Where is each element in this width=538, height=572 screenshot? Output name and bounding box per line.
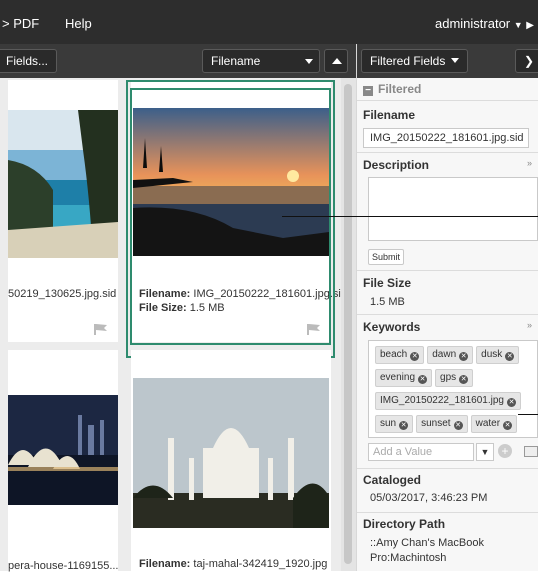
remove-icon[interactable]: ✕ [399, 421, 409, 430]
panel-header: Filtered Fields ❯ [357, 44, 538, 78]
menu-help[interactable]: Help [65, 16, 92, 31]
callout-line [282, 216, 538, 217]
chevron-right-icon: ❯ [524, 54, 535, 68]
divider [357, 270, 538, 271]
menu-pdf[interactable]: > PDF [2, 16, 39, 31]
keyword-chip[interactable]: dawn ✕ [427, 346, 474, 364]
chevron-right-icon: ▶ [526, 20, 534, 31]
dirpath-line: Pro:Machintosh [370, 552, 447, 564]
card-filename: 50219_130625.jpg.sid [8, 288, 117, 300]
filename-field-label: Filename [363, 108, 416, 122]
remove-icon[interactable]: ✕ [418, 375, 428, 384]
keyword-chip[interactable]: IMG_20150222_181601.jpg ✕ [375, 392, 521, 410]
cataloged-field-label: Cataloged [363, 473, 422, 487]
remove-icon[interactable]: ✕ [505, 352, 515, 361]
dirpath-line: ::Amy Chan's MacBook [370, 537, 484, 549]
remove-icon[interactable]: ✕ [459, 375, 469, 384]
asset-card[interactable]: Filename: taj-mahal-342419_1920.jpg [131, 350, 331, 571]
dirpath-field-label: Directory Path [363, 517, 446, 531]
keyword-chip[interactable]: beach ✕ [375, 346, 425, 364]
grid-toolbar: Fields... Filename [0, 44, 356, 78]
menu-pdf-label: PDF [13, 16, 40, 31]
card-filename: pera-house-1169155... [8, 560, 119, 572]
grid-scrollbar[interactable] [341, 78, 356, 571]
keyword-chip[interactable]: sunset ✕ [416, 415, 468, 433]
keywords-box[interactable]: beach ✕ dawn ✕ dusk ✕ evening ✕ gps ✕ IMG_201502… [368, 340, 538, 438]
sort-select[interactable]: Filename [202, 49, 320, 73]
fields-button-label: Fields... [6, 54, 49, 68]
keyword-label: dusk [481, 349, 503, 360]
user-name: administrator [434, 16, 511, 31]
thumbnail-beach [8, 110, 118, 258]
card-filename-row: Filename: taj-mahal-342419_1920.jpg [139, 558, 327, 570]
metadata-panel: Filtered Fields ❯ − Filtered Filename IMG… [356, 44, 538, 571]
keyword-chip[interactable]: evening ✕ [375, 369, 433, 387]
fields-button[interactable]: Fields... [0, 49, 58, 73]
sort-select-value: Filename [211, 54, 261, 68]
divider [357, 512, 538, 513]
panel-next-button[interactable]: ❯ [515, 49, 538, 73]
keyword-list-icon[interactable] [524, 446, 538, 457]
keyword-chip[interactable]: water ✕ [470, 415, 518, 433]
sort-direction-button[interactable] [324, 49, 348, 73]
card-filename: taj-mahal-342419_1920.jpg [193, 558, 328, 570]
keyword-label: sun [380, 418, 397, 429]
keyword-dropdown-button[interactable]: ▼ [476, 443, 494, 461]
asset-card[interactable]: 50219_130625.jpg.sid [8, 80, 118, 342]
callout-line [518, 414, 538, 415]
caret-down-icon [451, 58, 460, 63]
keywords-field-label: Keywords [363, 320, 421, 334]
add-keyword-icon[interactable]: + [498, 444, 512, 458]
thumbnail-grid: 50219_130625.jpg.sid Filename: IMG_20150… [0, 78, 356, 572]
caret-down-icon [305, 59, 313, 64]
divider [357, 152, 538, 153]
filename-field[interactable]: IMG_20150222_181601.jpg.sid [363, 128, 529, 148]
filtered-fields-button[interactable]: Filtered Fields [361, 49, 469, 73]
keyword-label: water [475, 418, 501, 429]
remove-icon[interactable]: ✕ [459, 352, 469, 361]
keyword-chip[interactable]: sun ✕ [375, 415, 414, 433]
remove-icon[interactable]: ✕ [507, 398, 516, 407]
expand-icon[interactable]: » [527, 158, 532, 168]
add-value-placeholder: Add a Value [373, 446, 433, 458]
keyword-label: evening [380, 372, 416, 383]
keyword-label: beach [380, 349, 408, 360]
description-field-label: Description [363, 158, 430, 172]
filtered-fields-label: Filtered Fields [370, 54, 446, 68]
remove-icon[interactable]: ✕ [453, 421, 463, 430]
thumbnail-taj-mahal [133, 378, 329, 528]
filtered-group-label: Filtered [378, 82, 422, 96]
keyword-chip[interactable]: gps ✕ [435, 369, 474, 387]
caret-down-icon: ▼ [480, 447, 490, 457]
flag-icon[interactable] [94, 324, 108, 335]
keyword-label: sunset [421, 418, 451, 429]
filesize-value: 1.5 MB [370, 296, 405, 308]
add-value-input[interactable]: Add a Value [368, 443, 474, 461]
keyword-label: IMG_20150222_181601.jpg [380, 395, 504, 406]
filesize-field-label: File Size [363, 276, 412, 290]
filtered-group-toggle[interactable]: − Filtered [363, 82, 421, 96]
description-textarea[interactable] [368, 177, 538, 241]
asset-card[interactable]: pera-house-1169155... [8, 350, 119, 572]
caret-up-icon [332, 58, 342, 64]
keyword-label: gps [440, 372, 457, 383]
divider [357, 314, 538, 315]
remove-icon[interactable]: ✕ [503, 421, 513, 430]
remove-icon[interactable]: ✕ [410, 352, 420, 361]
user-menu[interactable]: administrator ▼ ▶ [435, 16, 534, 31]
expand-icon[interactable]: » [527, 320, 532, 330]
chevron-down-icon: ▼ [513, 20, 523, 30]
collapse-icon: − [363, 86, 373, 96]
keyword-label: dawn [432, 349, 457, 360]
divider [357, 100, 538, 101]
thumbnail-opera-house [8, 395, 118, 505]
filename-label: Filename: [139, 558, 191, 570]
keyword-chip[interactable]: dusk ✕ [476, 346, 520, 364]
submit-button[interactable]: Submit [368, 249, 404, 265]
scrollbar-thumb[interactable] [344, 84, 352, 564]
cataloged-value: 05/03/2017, 3:46:23 PM [370, 492, 488, 504]
top-bar: > PDF Help administrator ▼ ▶ [0, 0, 538, 44]
divider [357, 468, 538, 469]
